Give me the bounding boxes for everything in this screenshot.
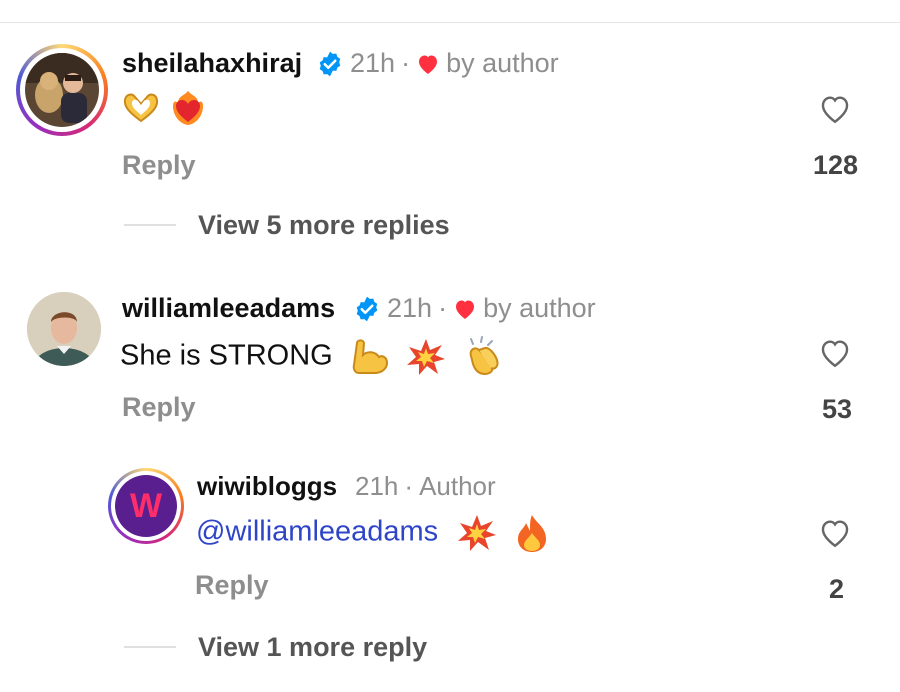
reply-button[interactable]: Reply — [122, 392, 196, 423]
fire-emoji — [518, 515, 547, 552]
avatar-photo — [25, 53, 99, 127]
avatar-photo — [27, 292, 101, 366]
like-heart-icon[interactable] — [818, 337, 852, 369]
avatar-wiwibloggs[interactable]: W — [108, 468, 184, 544]
meta-separator: · — [401, 48, 411, 78]
comment-meta: 21h · by author — [316, 48, 559, 79]
reply-username[interactable]: wiwibloggs — [197, 471, 337, 502]
comment-meta: 21h · by author — [353, 293, 596, 324]
top-divider — [0, 22, 900, 23]
comment-body: She is STRONG — [120, 336, 503, 378]
avatar-logo: W — [115, 475, 177, 537]
comment-text: She is STRONG — [120, 339, 333, 372]
author-label: Author — [419, 471, 496, 501]
like-heart-icon[interactable] — [818, 517, 852, 549]
liked-by-label: by author — [483, 293, 596, 323]
avatar-letter: W — [129, 486, 163, 525]
verified-badge-icon — [319, 51, 341, 76]
view-more-line — [124, 224, 176, 226]
liked-by-label: by author — [446, 48, 559, 78]
heart-on-fire-emoji — [173, 91, 204, 125]
like-count: 2 — [828, 574, 844, 604]
comment-time: 21h — [350, 48, 396, 78]
liked-by-author-heart-icon — [456, 300, 475, 319]
view-more-replies-button[interactable]: View 1 more reply — [198, 632, 427, 663]
mention-link[interactable]: @williamleeadams — [196, 516, 438, 548]
comment-username[interactable]: williamleeadams — [122, 293, 335, 324]
reply-time: 21h — [355, 471, 399, 501]
reply-button[interactable]: Reply — [122, 150, 196, 181]
meta-separator: · — [404, 471, 414, 501]
avatar-williamleeadams[interactable] — [27, 292, 101, 366]
clapping-hands-emoji — [469, 336, 499, 376]
comment-time: 21h — [387, 293, 433, 323]
comment-body — [122, 88, 208, 128]
reply-meta: 21h · Author — [355, 471, 496, 502]
avatar-sheilahaxhiraj[interactable] — [16, 44, 108, 136]
like-count: 53 — [821, 394, 852, 424]
verified-badge-icon — [356, 296, 378, 321]
collision-emoji — [458, 515, 497, 551]
like-heart-icon[interactable] — [818, 93, 852, 125]
reply-button[interactable]: Reply — [195, 570, 269, 601]
liked-by-author-heart-icon — [419, 55, 438, 74]
reply-body: @williamleeadams — [196, 513, 550, 553]
meta-separator: · — [438, 293, 448, 323]
heart-hands-emoji — [123, 93, 159, 123]
view-more-replies-button[interactable]: View 5 more replies — [198, 210, 450, 241]
comment-username[interactable]: sheilahaxhiraj — [122, 48, 302, 79]
like-count: 128 — [812, 150, 858, 180]
flexed-biceps-emoji — [352, 339, 388, 374]
collision-emoji — [406, 339, 445, 375]
view-more-line — [124, 646, 176, 648]
